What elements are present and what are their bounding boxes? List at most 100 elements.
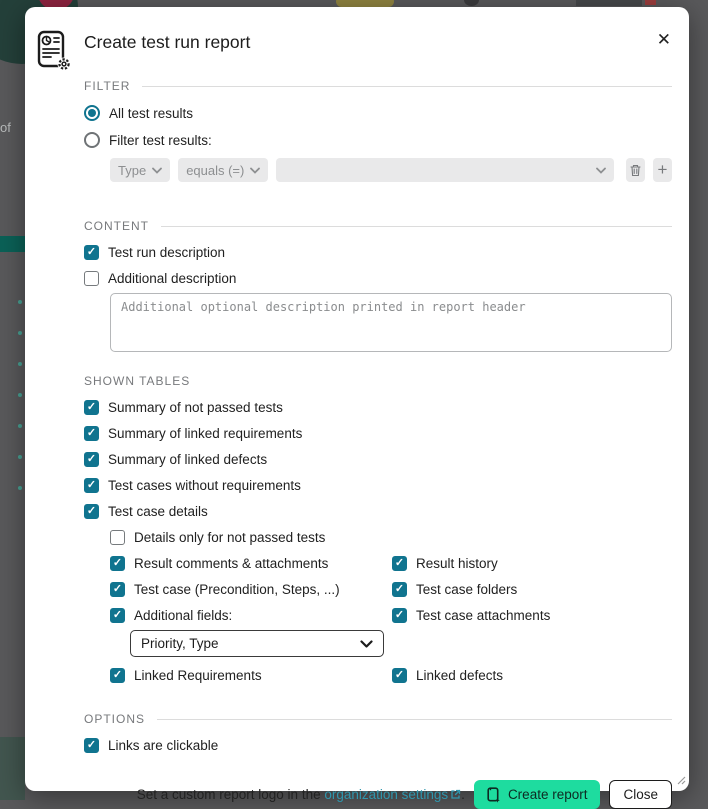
background-dot — [18, 455, 22, 459]
checkbox-test-case-details[interactable]: Test case details — [84, 504, 672, 519]
background-dot — [18, 486, 22, 490]
plus-icon: + — [658, 160, 668, 180]
radio-icon[interactable] — [84, 132, 100, 148]
background-dot — [18, 362, 22, 366]
filter-operator-select[interactable]: equals (=) — [178, 158, 268, 182]
checkbox-label: Test case folders — [416, 582, 517, 597]
trash-icon — [630, 164, 641, 177]
checkbox-test-case-precondition[interactable]: Test case (Precondition, Steps, ...) — [110, 582, 392, 597]
radio-label: All test results — [109, 106, 193, 121]
checkbox-linked-requirements[interactable]: Linked Requirements — [110, 668, 392, 683]
checkbox-icon[interactable] — [110, 530, 125, 545]
external-link-icon — [450, 788, 461, 803]
shown-tables-section-label: SHOWN TABLES — [84, 374, 190, 388]
checkbox-icon[interactable] — [84, 271, 99, 286]
checkbox-summary-not-passed[interactable]: Summary of not passed tests — [84, 400, 672, 415]
dialog-body: FILTER All test results Filter test resu… — [25, 79, 689, 753]
background-dot — [18, 331, 22, 335]
checkbox-icon[interactable] — [110, 608, 125, 623]
checkbox-label: Summary of not passed tests — [108, 400, 283, 415]
radio-all-test-results[interactable]: All test results — [84, 105, 672, 121]
close-icon[interactable]: ✕ — [657, 31, 671, 48]
additional-fields-value: Priority, Type — [141, 636, 219, 651]
chevron-down-icon — [596, 167, 606, 174]
filter-criteria-row: Type equals (=) + — [110, 158, 672, 182]
radio-icon[interactable] — [84, 105, 100, 121]
checkbox-label: Links are clickable — [108, 738, 218, 753]
checkbox-label: Additional description — [108, 271, 236, 286]
checkbox-label: Linked defects — [416, 668, 503, 683]
close-button[interactable]: Close — [609, 780, 672, 809]
filter-field-value: Type — [118, 163, 146, 178]
checkbox-icon[interactable] — [84, 426, 99, 441]
checkbox-icon[interactable] — [84, 245, 99, 260]
checkbox-test-run-description[interactable]: Test run description — [84, 245, 672, 260]
checkbox-icon[interactable] — [84, 738, 99, 753]
organization-settings-link[interactable]: organization settings — [324, 787, 461, 802]
checkbox-summary-linked-defects[interactable]: Summary of linked defects — [84, 452, 672, 467]
background-text — [576, 0, 642, 6]
checkbox-icon[interactable] — [392, 556, 407, 571]
checkbox-label: Additional fields: — [134, 608, 232, 623]
additional-description-textarea[interactable] — [110, 293, 672, 352]
checkbox-icon[interactable] — [110, 556, 125, 571]
checkbox-label: Summary of linked requirements — [108, 426, 302, 441]
additional-fields-select[interactable]: Priority, Type — [130, 630, 384, 657]
delete-filter-button[interactable] — [626, 158, 645, 182]
filter-field-select[interactable]: Type — [110, 158, 170, 182]
checkbox-icon[interactable] — [84, 504, 99, 519]
report-file-icon — [487, 787, 501, 803]
chevron-down-icon — [152, 167, 162, 174]
checkbox-result-comments[interactable]: Result comments & attachments — [110, 556, 392, 571]
link-text: organization settings — [324, 787, 448, 802]
filter-value-select[interactable] — [276, 158, 614, 182]
dialog-title: Create test run report — [84, 32, 250, 53]
checkbox-test-case-attachments[interactable]: Test case attachments — [392, 608, 550, 623]
checkbox-icon[interactable] — [110, 668, 125, 683]
shown-tables-section-header: SHOWN TABLES — [84, 374, 672, 388]
checkbox-label: Test case details — [108, 504, 208, 519]
radio-label: Filter test results: — [109, 133, 212, 148]
checkbox-label: Test run description — [108, 245, 225, 260]
resize-handle-icon[interactable] — [676, 773, 686, 788]
checkbox-icon[interactable] — [84, 400, 99, 415]
create-test-run-report-dialog: Create test run report ✕ FILTER All test… — [25, 7, 689, 791]
radio-filter-test-results[interactable]: Filter test results: — [84, 132, 672, 148]
background-sidebar-item — [0, 236, 25, 252]
checkbox-result-history[interactable]: Result history — [392, 556, 498, 571]
dialog-footer: Set a custom report logo in the organiza… — [25, 780, 689, 809]
checkbox-additional-description[interactable]: Additional description — [84, 271, 672, 286]
checkbox-icon[interactable] — [110, 582, 125, 597]
checkbox-additional-fields[interactable]: Additional fields: — [110, 608, 392, 623]
checkbox-linked-defects[interactable]: Linked defects — [392, 668, 503, 683]
checkbox-icon[interactable] — [392, 608, 407, 623]
checkbox-icon[interactable] — [392, 668, 407, 683]
checkbox-label: Test case attachments — [416, 608, 550, 623]
checkbox-icon[interactable] — [84, 452, 99, 467]
checkbox-test-case-folders[interactable]: Test case folders — [392, 582, 517, 597]
section-rule — [161, 226, 672, 227]
checkbox-icon[interactable] — [392, 582, 407, 597]
create-report-button[interactable]: Create report — [474, 780, 601, 809]
checkbox-details-only-not-passed[interactable]: Details only for not passed tests — [110, 530, 672, 545]
background-dot — [18, 300, 22, 304]
checkbox-summary-linked-requirements[interactable]: Summary of linked requirements — [84, 426, 672, 441]
content-section-header: CONTENT — [84, 219, 672, 233]
checkbox-test-cases-without-requirements[interactable]: Test cases without requirements — [84, 478, 672, 493]
note-suffix: . — [461, 787, 465, 802]
checkbox-label: Test case (Precondition, Steps, ...) — [134, 582, 340, 597]
background-badge — [645, 0, 656, 5]
section-rule — [142, 86, 672, 87]
chevron-down-icon — [360, 640, 373, 648]
filter-operator-value: equals (=) — [186, 163, 244, 178]
filter-section-label: FILTER — [84, 79, 130, 93]
checkbox-label: Summary of linked defects — [108, 452, 267, 467]
checkbox-links-clickable[interactable]: Links are clickable — [84, 738, 672, 753]
chevron-down-icon — [250, 167, 260, 174]
options-section-label: OPTIONS — [84, 712, 145, 726]
note-prefix: Set a custom report logo in the — [137, 787, 325, 802]
add-filter-button[interactable]: + — [653, 158, 672, 182]
checkbox-icon[interactable] — [84, 478, 99, 493]
background-partial-text: of — [0, 120, 11, 135]
checkbox-label: Linked Requirements — [134, 668, 262, 683]
